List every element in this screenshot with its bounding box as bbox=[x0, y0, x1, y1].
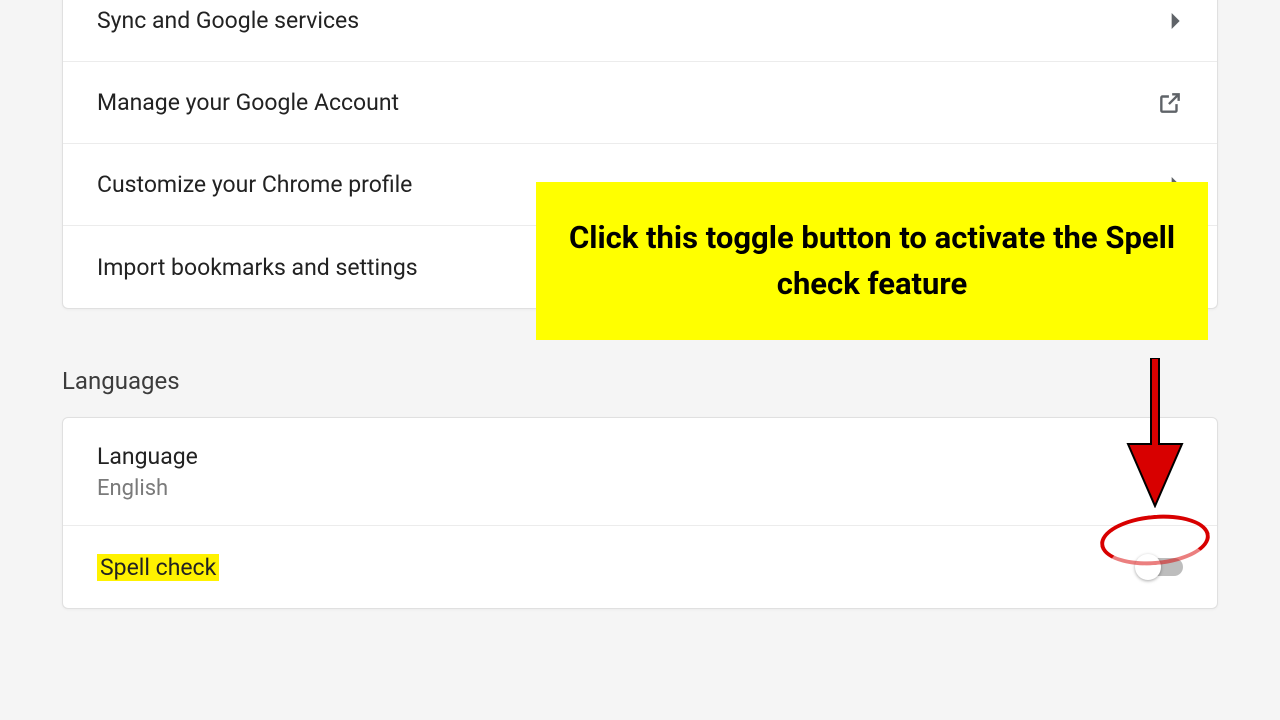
row-label: Sync and Google services bbox=[97, 7, 359, 34]
language-two-line: Language English bbox=[97, 443, 198, 501]
row-label: Customize your Chrome profile bbox=[97, 171, 412, 198]
languages-card: Language English Spell check bbox=[62, 417, 1218, 609]
row-sync-google-services[interactable]: Sync and Google services bbox=[63, 0, 1217, 62]
language-value: English bbox=[97, 476, 198, 501]
spell-check-toggle[interactable] bbox=[1137, 558, 1183, 576]
row-label: Import bookmarks and settings bbox=[97, 254, 418, 281]
annotation-callout: Click this toggle button to activate the… bbox=[536, 182, 1208, 340]
row-manage-google-account[interactable]: Manage your Google Account bbox=[63, 62, 1217, 144]
toggle-knob bbox=[1135, 554, 1161, 580]
language-label: Language bbox=[97, 443, 198, 470]
row-label: Manage your Google Account bbox=[97, 89, 399, 116]
languages-section-header: Languages bbox=[62, 367, 1280, 395]
row-language[interactable]: Language English bbox=[63, 418, 1217, 526]
external-link-icon bbox=[1157, 90, 1183, 116]
row-spell-check[interactable]: Spell check bbox=[63, 526, 1217, 608]
chevron-right-icon bbox=[1171, 13, 1183, 29]
spell-check-label: Spell check bbox=[97, 554, 219, 581]
